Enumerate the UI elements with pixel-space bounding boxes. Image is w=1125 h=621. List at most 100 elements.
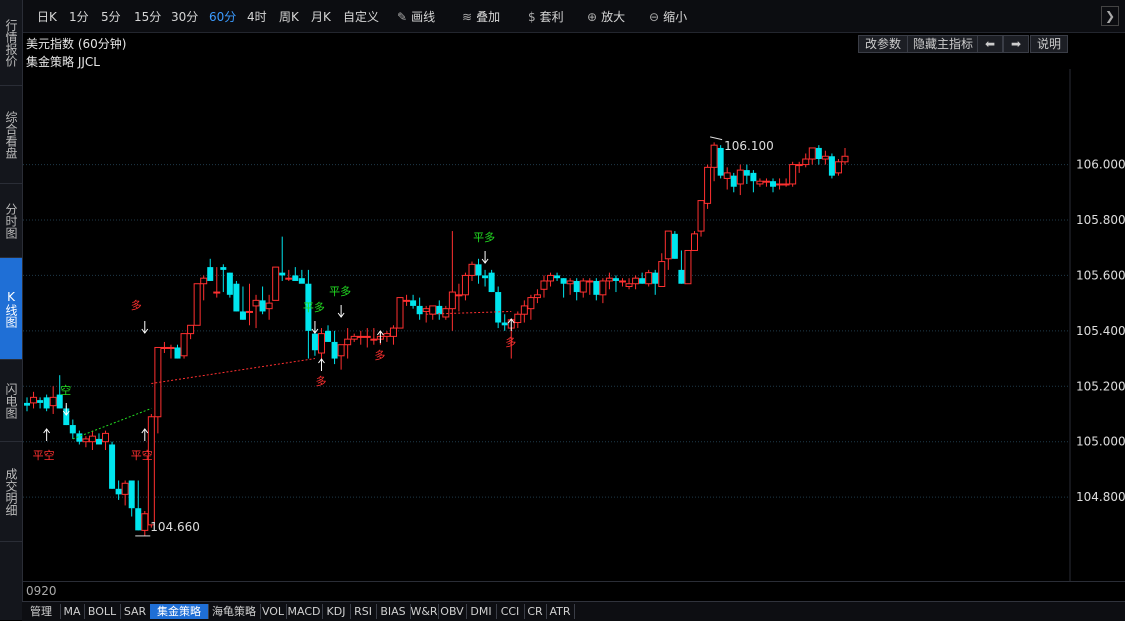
signal-label: 多 xyxy=(505,335,516,349)
pencil-icon: ✎ xyxy=(397,10,408,24)
indicator-tab-10[interactable]: RSI xyxy=(350,604,377,619)
period-5[interactable]: 30分 xyxy=(171,8,198,25)
tool-pencil-button[interactable]: ✎ 画线 xyxy=(397,8,435,25)
candle-body xyxy=(547,274,555,282)
candle-body xyxy=(49,396,57,407)
tool-money-bag-button[interactable]: $ 套利 xyxy=(528,8,564,25)
tool-label: 套利 xyxy=(539,10,564,24)
indicator-tab-12[interactable]: W&R xyxy=(410,604,439,619)
indicator-tab-8[interactable]: MACD xyxy=(286,604,323,619)
candle-body xyxy=(121,482,129,495)
y-tick-label: 106.000 xyxy=(1076,158,1125,172)
candle-body xyxy=(160,346,168,349)
indicator-tab-3[interactable]: BOLL xyxy=(84,604,121,619)
indicator-tab-14[interactable]: DMI xyxy=(466,604,497,619)
indicator-tab-1[interactable]: 管理 xyxy=(22,604,61,619)
indicator-tabs: 管理 MA BOLL SAR 集金策略 海龟策略 VOL MACD KDJ RSI BIAS W&R O… xyxy=(22,601,1125,621)
candle-body xyxy=(43,397,50,409)
candle-body xyxy=(416,305,423,315)
left-tab-6[interactable]: 成交明细 xyxy=(0,442,22,542)
left-tab-2[interactable]: 综合看盘 xyxy=(0,86,22,184)
help-button[interactable]: 说明 xyxy=(1030,35,1068,53)
bottom-left-label: 0920 xyxy=(26,584,57,598)
indicator-tab-6[interactable]: 海龟策略 xyxy=(208,604,261,619)
y-tick-label: 104.800 xyxy=(1076,490,1125,504)
period-3[interactable]: 5分 xyxy=(101,8,121,25)
period-10[interactable]: 自定义 xyxy=(343,8,379,25)
candle-body xyxy=(436,305,443,315)
edit-params-button[interactable]: 改参数 xyxy=(858,35,908,53)
left-tab-4[interactable]: K线图 xyxy=(0,258,22,360)
candle-body xyxy=(736,169,744,185)
indicator-tab-2[interactable]: MA xyxy=(60,604,85,619)
tool-stack-button[interactable]: ≋ 叠加 xyxy=(462,8,500,25)
period-9[interactable]: 月K xyxy=(311,8,331,25)
candle-body xyxy=(645,272,653,285)
period-1[interactable]: 日K xyxy=(37,8,57,25)
candle-body xyxy=(533,294,541,299)
indicator-tab-11[interactable]: BIAS xyxy=(376,604,411,619)
candle-body xyxy=(82,438,90,443)
collapse-arrow-icon[interactable]: ❯ xyxy=(1101,6,1119,26)
candle-body xyxy=(363,335,371,338)
candle-body xyxy=(678,269,685,284)
kline-chart[interactable]: 106.000 105.800 105.600 105.400 105.200 105.0… xyxy=(23,69,1125,581)
candle-body xyxy=(279,272,286,276)
short-cost-line xyxy=(72,407,152,440)
period-7[interactable]: 4时 xyxy=(247,8,267,25)
candle-body xyxy=(514,313,522,324)
candle-body xyxy=(285,277,293,280)
high-price-label: 106.100 xyxy=(724,139,774,153)
candle-body xyxy=(174,347,181,359)
tool-zoom-in-button[interactable]: ⊕ 放大 xyxy=(587,8,625,25)
candle-body xyxy=(664,230,672,260)
candle-body xyxy=(482,275,489,279)
left-tab-5[interactable]: 闪电图 xyxy=(0,360,22,442)
signal-label: 多 xyxy=(131,298,142,312)
strategy-label: 集金策略 JJCL xyxy=(26,55,100,69)
zoom-in-icon: ⊕ xyxy=(587,10,598,24)
indicator-tab-15[interactable]: CCI xyxy=(496,604,525,619)
candle-body xyxy=(88,435,96,443)
candle-body xyxy=(115,488,122,495)
y-tick-label: 105.600 xyxy=(1076,268,1125,282)
candle-body xyxy=(770,181,777,187)
y-tick-label: 105.800 xyxy=(1076,213,1125,227)
chart-title: 美元指数 (60分钟) xyxy=(26,37,127,51)
candle-body xyxy=(690,233,698,251)
left-tab-3[interactable]: 分时图 xyxy=(0,184,22,258)
next-arrow-button[interactable]: ➡ xyxy=(1003,35,1029,53)
signal-label: 平多 xyxy=(329,284,351,298)
candle-body xyxy=(102,432,110,443)
period-8[interactable]: 周K xyxy=(279,8,299,25)
indicator-tab-16[interactable]: CR xyxy=(524,604,547,619)
period-4[interactable]: 15分 xyxy=(134,8,161,25)
candle-body xyxy=(750,172,757,182)
candle-body xyxy=(95,438,102,445)
left-side-tabs: 行情报价 综合看盘 分时图 K线图 闪电图 成交明细 xyxy=(0,0,23,602)
tool-label: 缩小 xyxy=(663,10,688,24)
indicator-tab-4[interactable]: SAR xyxy=(120,604,151,619)
candle-body xyxy=(501,322,508,326)
tool-zoom-out-button[interactable]: ⊖ 缩小 xyxy=(649,8,687,25)
candle-body xyxy=(586,280,594,283)
indicator-tab-17[interactable]: ATR xyxy=(546,604,575,619)
indicator-tab-7[interactable]: VOL xyxy=(260,604,287,619)
indicator-tab-13[interactable]: OBV xyxy=(438,604,467,619)
tool-label: 画线 xyxy=(411,10,436,24)
candle-body xyxy=(762,180,770,183)
period-2[interactable]: 1分 xyxy=(69,8,89,25)
period-6[interactable]: 60分 xyxy=(209,8,236,25)
prev-arrow-button[interactable]: ⬅ xyxy=(977,35,1003,53)
indicator-tab-9[interactable]: KDJ xyxy=(322,604,351,619)
candle-body xyxy=(370,338,378,341)
indicator-tab-5[interactable]: 集金策略 xyxy=(150,604,209,619)
signal-label: 空 xyxy=(60,383,71,397)
candle-body xyxy=(331,341,338,359)
candle-body xyxy=(455,294,463,297)
hide-indicator-button[interactable]: 隐藏主指标 xyxy=(907,35,979,53)
corner-block xyxy=(0,602,22,620)
candle-body xyxy=(265,302,273,310)
candle-body xyxy=(704,166,712,204)
left-tab-1[interactable]: 行情报价 xyxy=(0,0,22,86)
